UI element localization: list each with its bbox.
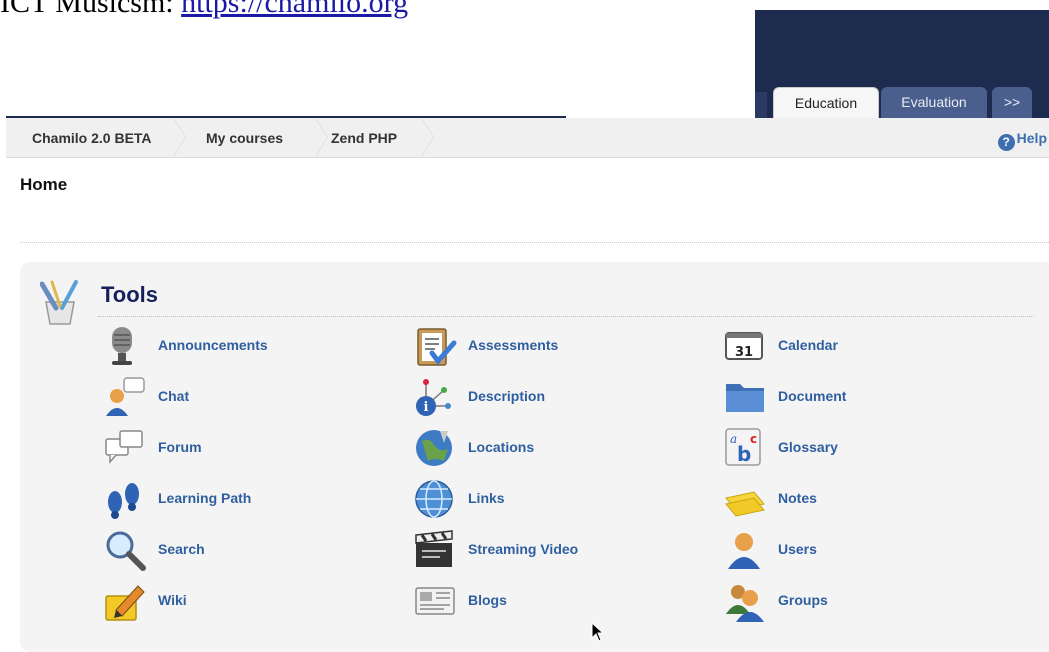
svg-text:i: i (424, 400, 429, 415)
wiki-pencil-icon (105, 585, 145, 621)
calendar-icon: 31 (725, 332, 763, 360)
caption-link[interactable]: https://chamilo.org (181, 0, 408, 19)
group-icon (726, 585, 764, 622)
globe-pin-icon (416, 430, 452, 466)
breadcrumb: Chamilo 2.0 BETA My courses Zend PHP ? He… (6, 118, 1049, 158)
tool-calendar[interactable]: 31 Calendar (724, 325, 984, 367)
breadcrumb-separator (315, 118, 328, 157)
tool-search[interactable]: Search (104, 529, 364, 571)
tools-rule (98, 316, 1034, 317)
globe-icon (415, 480, 453, 518)
tool-wiki[interactable]: Wiki (104, 580, 364, 622)
tool-chat[interactable]: Chat (104, 376, 364, 418)
breadcrumb-separator (421, 118, 434, 157)
divider (20, 242, 1049, 243)
tool-label: Users (778, 541, 817, 557)
tool-label: Calendar (778, 337, 838, 353)
tool-label: Glossary (778, 439, 838, 455)
notes-icon (725, 491, 765, 517)
breadcrumb-course[interactable]: Zend PHP (331, 118, 397, 157)
tool-label: Links (468, 490, 505, 506)
tool-label: Assessments (468, 337, 559, 353)
tool-groups[interactable]: Groups (724, 580, 984, 622)
caption-prefix: ICT Musicsm: (0, 0, 174, 19)
tool-locations[interactable]: Locations (414, 427, 674, 469)
folder-icon (726, 384, 764, 412)
tool-announcements[interactable]: Announcements (104, 325, 364, 367)
tab-evaluation[interactable]: Evaluation (881, 87, 987, 118)
tool-learning-path[interactable]: Learning Path (104, 478, 364, 520)
tool-label: Description (468, 388, 546, 404)
tool-label: Learning Path (158, 490, 252, 506)
tool-label: Locations (468, 439, 535, 455)
tab-more[interactable]: >> (992, 87, 1032, 118)
tool-label: Wiki (158, 592, 187, 608)
tool-description[interactable]: i Description (414, 376, 674, 418)
help-icon: ? (997, 134, 1015, 151)
tool-blogs[interactable]: Blogs (414, 580, 674, 622)
tools-title: Tools (101, 282, 159, 307)
tool-label: Document (778, 388, 847, 404)
tool-label: Groups (778, 592, 828, 608)
clapperboard-icon (415, 530, 453, 567)
magnifier-icon (106, 531, 146, 571)
footprints-icon (108, 483, 139, 519)
tool-label: Blogs (468, 592, 507, 608)
tool-label: Streaming Video (468, 541, 579, 557)
microphone-icon (112, 327, 132, 365)
tab-stub (755, 92, 767, 118)
clipboard-check-icon (417, 328, 457, 366)
caption: ICT Musicsm: https://chamilo.org (0, 0, 408, 20)
forum-bubbles-icon (105, 430, 143, 465)
tools-cup-icon (40, 280, 78, 325)
tool-document[interactable]: Document (724, 376, 984, 418)
tool-glossary[interactable]: abc Glossary (724, 427, 984, 469)
svg-text:31: 31 (735, 345, 753, 360)
tool-streaming-video[interactable]: Streaming Video (414, 529, 674, 571)
tool-assessments[interactable]: Assessments (414, 325, 674, 367)
breadcrumb-separator (173, 118, 186, 157)
page-title: Home (20, 175, 68, 194)
mouse-cursor-icon (591, 622, 605, 642)
user-icon (728, 533, 760, 569)
tool-notes[interactable]: Notes (724, 478, 984, 520)
chat-user-icon (106, 377, 145, 416)
tool-label: Forum (158, 439, 202, 455)
glossary-abc-icon: abc (725, 428, 761, 466)
tool-label: Notes (778, 490, 817, 506)
help-link[interactable]: ? Help (997, 118, 1047, 157)
breadcrumb-chamilo[interactable]: Chamilo 2.0 BETA (32, 118, 152, 157)
tool-label: Chat (158, 388, 190, 404)
tab-education[interactable]: Education (773, 87, 879, 119)
breadcrumb-my-courses[interactable]: My courses (206, 118, 283, 157)
tool-links[interactable]: Links (414, 478, 674, 520)
tool-forum[interactable]: Forum (104, 427, 364, 469)
tool-label: Announcements (158, 337, 268, 353)
info-graph-icon: i (416, 379, 451, 416)
svg-text:c: c (750, 432, 757, 446)
tool-users[interactable]: Users (724, 529, 984, 571)
newspaper-icon (415, 587, 455, 615)
help-label: Help (1016, 130, 1047, 146)
tool-label: Search (158, 541, 205, 557)
